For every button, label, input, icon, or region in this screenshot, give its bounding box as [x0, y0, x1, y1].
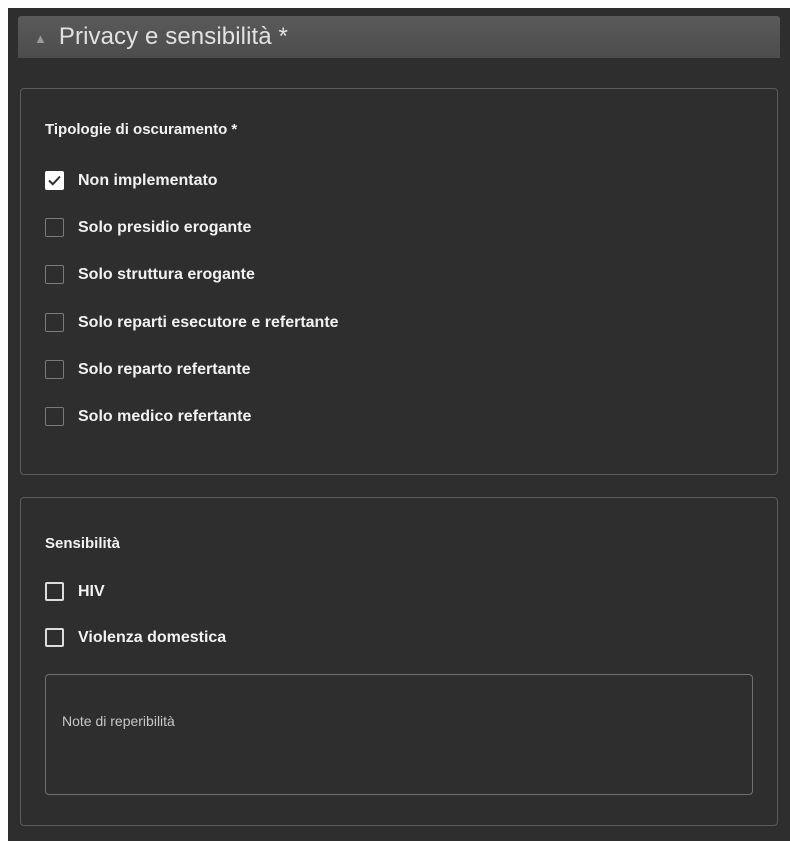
note-reperibilita-textarea[interactable]: Note di reperibilità: [45, 674, 753, 795]
option-label: Violenza domestica: [78, 628, 227, 646]
note-reperibilita-placeholder: Note di reperibilità: [62, 713, 175, 729]
option-label: Solo presidio erogante: [78, 218, 252, 236]
option-label: Solo medico refertante: [78, 407, 252, 425]
triangle-up-icon[interactable]: ▲: [34, 31, 47, 46]
option-solo-struttura-erogante[interactable]: Solo struttura erogante: [45, 265, 255, 284]
checkbox-solo-reparto-refertante[interactable]: [45, 360, 64, 379]
checkmark-icon: [48, 175, 61, 186]
option-solo-presidio-erogante[interactable]: Solo presidio erogante: [45, 218, 251, 237]
option-non-implementato[interactable]: Non implementato: [45, 171, 218, 190]
checkbox-hiv[interactable]: [45, 582, 64, 601]
checkbox-non-implementato[interactable]: [45, 171, 64, 190]
oscuramento-fieldset: Tipologie di oscuramento * Non implement…: [20, 88, 778, 475]
checkbox-solo-struttura-erogante[interactable]: [45, 265, 64, 284]
privacy-panel: ▲ Privacy e sensibilità * Tipologie di o…: [8, 8, 790, 841]
option-solo-medico-refertante[interactable]: Solo medico refertante: [45, 407, 251, 426]
option-label: Non implementato: [78, 171, 218, 189]
sensibilita-fieldset: Sensibilità HIV Violenza domestica Note …: [20, 497, 778, 826]
checkbox-solo-presidio-erogante[interactable]: [45, 218, 64, 237]
option-hiv[interactable]: HIV: [45, 582, 105, 601]
option-label: HIV: [78, 582, 105, 600]
checkbox-solo-medico-refertante[interactable]: [45, 407, 64, 426]
option-label: Solo struttura erogante: [78, 265, 255, 283]
sensibilita-legend: Sensibilità: [45, 535, 121, 552]
option-solo-reparti-esecutore-refertante[interactable]: Solo reparti esecutore e refertante: [45, 313, 339, 332]
oscuramento-legend: Tipologie di oscuramento *: [45, 121, 238, 138]
option-violenza-domestica[interactable]: Violenza domestica: [45, 628, 226, 647]
checkbox-violenza-domestica[interactable]: [45, 628, 64, 647]
option-label: Solo reparti esecutore e refertante: [78, 313, 339, 331]
option-label: Solo reparto refertante: [78, 360, 251, 378]
panel-header[interactable]: ▲ Privacy e sensibilità *: [18, 16, 780, 58]
option-solo-reparto-refertante[interactable]: Solo reparto refertante: [45, 360, 250, 379]
panel-title: Privacy e sensibilità *: [58, 23, 288, 50]
checkbox-solo-reparti-esecutore-refertante[interactable]: [45, 313, 64, 332]
